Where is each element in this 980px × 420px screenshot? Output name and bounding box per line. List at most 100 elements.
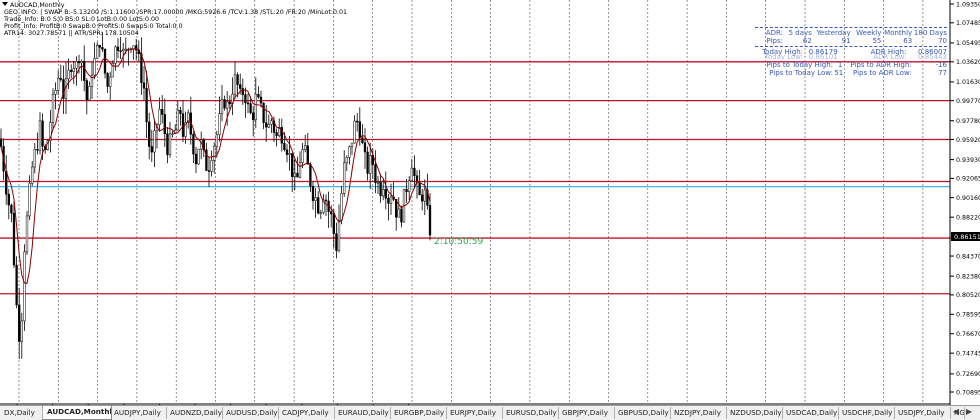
candle-body [124,48,127,51]
adr-col-180days: 180 Days [913,29,947,37]
candle-body [304,145,307,150]
candle-body [330,211,333,215]
price-label: 0.90160 [956,195,980,202]
candle-body [41,120,44,147]
candle-body [20,320,23,342]
candle-body [345,157,348,164]
tab-nzdjpy-daily[interactable]: NZDJPY,Daily [670,407,727,419]
price-label: 1.05495 [956,40,980,47]
candle-body [33,149,36,168]
candle-body [376,182,380,184]
pips-today-high-label: Pips to Today High: [766,61,834,69]
atr-info-line: ATR14: 3027.78571 || ATR/SPR: 178.10504 [4,30,139,37]
tab-eurjpy-daily[interactable]: EURJPY,Daily [446,407,503,419]
candle-body [340,193,343,221]
candle-body [356,120,359,123]
candle-body [423,189,426,202]
panel-divider [755,46,947,47]
candle-body [150,146,153,153]
panel-divider [755,27,947,28]
current-price-label: 0.86151 [954,233,980,241]
tab-usdjpy-daily[interactable]: USDJPY,Daily [894,407,951,419]
price-label: 0.84370 [956,253,980,260]
candle-body [18,304,21,342]
candle-body [241,88,244,95]
candle-body [12,212,16,266]
candle-body [301,149,304,163]
pips-adr-low-value: 77 [938,69,947,77]
candle-body [194,153,198,165]
candle-body [223,99,226,109]
symbol-tab-bar: NG USDJPY,Daily USDCHF,Daily USDCAD,Daily NZ… [0,405,980,420]
price-label: 1.07485 [956,20,980,27]
candle-body [317,197,320,214]
candle-body [335,233,338,251]
price-label: 1.09350 [956,1,980,8]
pips-today-low-label: Pips to Today Low: [769,69,833,77]
candle-body [366,151,369,174]
candle-body [119,50,122,52]
candle-body [265,122,268,128]
candle-body [5,170,8,195]
candle-body [246,102,250,105]
pips-today-high-value: 1 [837,61,843,69]
candle-body [132,45,135,49]
candle-body [288,153,291,155]
tab-eurgbp-daily[interactable]: EURGBP,Daily [390,407,447,419]
candle-body [387,197,390,204]
pips-label: Pips: [766,37,783,45]
tab-usdchf-daily[interactable]: USDCHF,Daily [838,407,895,419]
candle-body [54,90,57,95]
tab-audnzd-daily[interactable]: AUDNZD,Daily [166,407,223,419]
candle-body [384,189,387,199]
tab-usdcad-daily[interactable]: USDCAD,Daily [782,407,839,419]
candle-body [85,80,88,101]
candle-body [15,264,18,306]
tab-gbpusd-daily[interactable]: GBPUSD,Daily [614,407,671,419]
price-label: 0.97780 [956,118,980,125]
candle-body [428,205,432,236]
candle-body [353,120,356,144]
tab-cadjpy-daily[interactable]: CADJPY,Daily [278,407,335,419]
trade-info-line: Trade_Info: B:0 S:0 BS:0 SL:0 LotB:0.00 … [4,16,160,23]
candle-body [408,180,411,192]
candle-body [350,142,354,147]
price-label: 0.78595 [956,312,980,319]
tab-audusd-daily[interactable]: AUDUSD,Daily [222,407,279,419]
candle-body [103,49,107,74]
candle-body [418,182,421,196]
pips-adr-high-value: -16 [935,61,947,69]
tab-scroll-left-icon[interactable]: ◀ [951,407,961,416]
candle-body [275,132,278,137]
tab-gbpjpy-daily[interactable]: GBPJPY,Daily [558,407,615,419]
adr-pips-row: Pips: 62 91 55 63 70 [755,37,947,45]
tab-dx-daily[interactable]: DX,Daily [0,407,43,419]
tab-nzdusd-daily[interactable]: NZDUSD,Daily [726,407,783,419]
pips-today-low-value: 51 [834,69,844,77]
tab-scroll-right-icon[interactable]: ▶ [964,407,974,416]
candle-body [213,146,216,161]
price-axis: 1.09350 1.07485 1.05495 1.03620 1.01630 0.997… [950,1,980,396]
tab-euraud-daily[interactable]: EURAUD,Daily [334,407,391,419]
candle-body [309,164,312,187]
candle-body [257,93,260,98]
profit-info-line: Profit_Info: ProfitB:0 SwapB:0 ProfitS:0… [4,23,183,30]
candle-body [122,48,125,51]
today-low-row: Today Low: 0.86101 ADR Low: 0.85443 [755,53,947,61]
candle-body [252,112,255,120]
candle-body [114,46,117,64]
price-label: 0.82380 [956,273,980,280]
candle-body [166,133,169,156]
adr-col-monthly: Monthly [884,29,913,37]
tab-eurusd-daily[interactable]: EURUSD,Daily [502,407,559,419]
candle-body [319,212,322,214]
tab-audjpy-daily[interactable]: AUDJPY,Daily [110,407,167,419]
candle-body [218,113,221,136]
tab-audcad-monthly[interactable]: AUDCAD,Monthly [42,406,112,420]
candle-body [421,194,424,202]
pips-monthly: 63 [903,37,913,45]
candle-body [249,103,252,114]
pips-yesterday: 91 [841,37,851,45]
candle-body [163,114,166,135]
candle-body [413,167,416,177]
